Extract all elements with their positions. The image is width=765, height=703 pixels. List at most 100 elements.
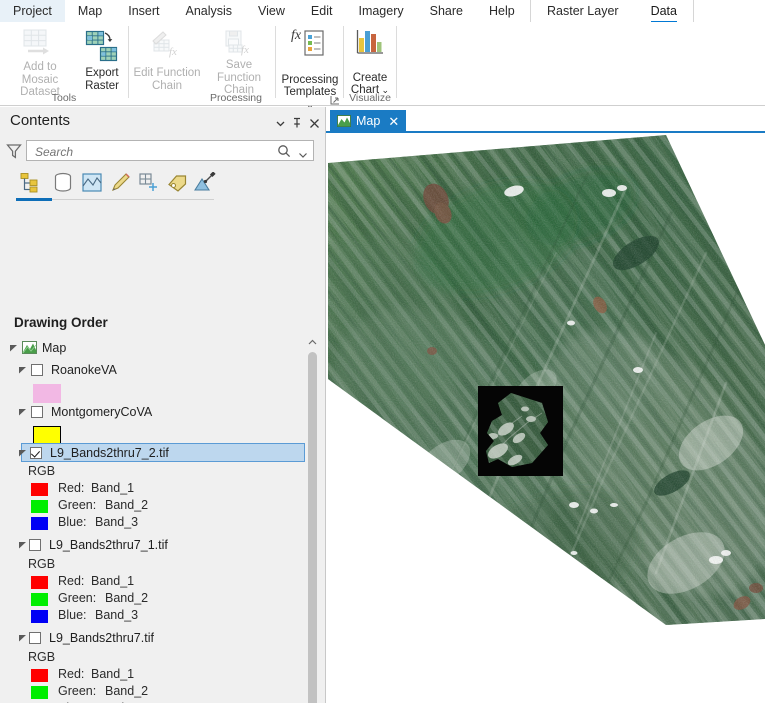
ribbon-group-tools-label: Tools xyxy=(51,92,77,104)
map-view-tab[interactable]: Map ✕ xyxy=(330,110,407,132)
list-by-selection-icon[interactable] xyxy=(78,169,105,195)
ribbon-panel: Add to Mosaic Dataset Export Raster Tool… xyxy=(0,22,765,110)
layer-visibility-checkbox[interactable] xyxy=(31,364,43,376)
band-swatch-red[interactable] xyxy=(31,483,48,496)
list-by-editing-icon[interactable] xyxy=(107,169,134,195)
layer-row-l9-bands2thru7-tif[interactable]: L9_Bands2thru7.tif xyxy=(0,629,305,647)
tab-data[interactable]: Data xyxy=(635,0,693,23)
band-value-green: Band_2 xyxy=(105,591,149,605)
search-icon[interactable] xyxy=(277,144,291,158)
expander-icon[interactable] xyxy=(18,448,28,458)
band-channel-blue: Blue: xyxy=(58,515,87,529)
contents-vertical-scrollbar[interactable] xyxy=(305,335,319,703)
processing-templates-button[interactable]: fx Processing Templates ⌄ xyxy=(277,24,343,110)
ribbon-group-separator-3 xyxy=(396,26,397,98)
band-value-red: Band_1 xyxy=(91,574,135,588)
close-icon[interactable]: ✕ xyxy=(388,115,399,128)
map-view-tab-label: Map xyxy=(356,114,381,128)
band-value-blue: Band_3 xyxy=(95,608,139,622)
list-by-labeling-icon[interactable] xyxy=(163,169,190,195)
expander-icon[interactable] xyxy=(18,633,28,643)
list-by-data-source-icon[interactable] xyxy=(49,169,76,195)
ribbon-group-separator-inner xyxy=(275,26,276,98)
layer-name-label: L9_Bands2thru7_1.tif xyxy=(49,538,168,552)
edit-function-chain-button[interactable]: fx Edit Function Chain xyxy=(131,24,203,96)
tree-node-map-label: Map xyxy=(42,341,67,355)
add-to-mosaic-dataset-button[interactable]: Add to Mosaic Dataset xyxy=(2,24,78,98)
band-swatch-blue[interactable] xyxy=(31,610,48,623)
scrollbar-thumb[interactable] xyxy=(307,352,317,703)
contents-pin-icon[interactable] xyxy=(289,115,305,131)
tab-map[interactable]: Map xyxy=(65,0,115,22)
band-swatch-red[interactable] xyxy=(31,576,48,589)
tab-share[interactable]: Share xyxy=(417,0,476,22)
clipped-county-raster-inset xyxy=(478,386,563,476)
tab-view[interactable]: View xyxy=(245,0,298,22)
ribbon-group-processing: fx Edit Function Chain fx Save Function … xyxy=(129,22,343,110)
tab-project[interactable]: Project xyxy=(0,0,65,22)
edit-function-chain-label: Edit Function Chain xyxy=(133,67,201,92)
layer-row-l9-bands2thru7-1-tif[interactable]: L9_Bands2thru7_1.tif xyxy=(0,536,305,554)
renderer-label: RGB xyxy=(28,557,56,571)
band-swatch-green[interactable] xyxy=(31,686,48,699)
tree-node-map[interactable]: Map xyxy=(0,339,305,357)
create-chart-icon xyxy=(354,27,386,59)
map-icon xyxy=(22,341,37,354)
layer-visibility-checkbox[interactable] xyxy=(31,406,43,418)
search-options-chevron-down-icon[interactable] xyxy=(298,147,308,165)
band-swatch-blue[interactable] xyxy=(31,517,48,530)
layer-visibility-checkbox[interactable] xyxy=(29,539,41,551)
expander-icon[interactable] xyxy=(18,540,28,550)
expander-icon[interactable] xyxy=(18,365,28,375)
symbol-swatch-roanokeva[interactable] xyxy=(33,384,61,403)
contents-menu-chevron-icon[interactable] xyxy=(272,115,288,131)
ribbon-group-tools: Add to Mosaic Dataset Export Raster Tool… xyxy=(0,22,128,106)
band-swatch-green[interactable] xyxy=(31,593,48,606)
layer-row-l9-bands2thru7-2-tif[interactable]: L9_Bands2thru7_2.tif xyxy=(21,443,305,462)
contents-pane-title: Contents xyxy=(10,112,71,129)
scroll-up-chevron-up-icon[interactable] xyxy=(305,335,319,349)
tab-imagery[interactable]: Imagery xyxy=(345,0,416,22)
contents-pane: Contents Search Drawing Order Map Roanok… xyxy=(0,107,326,703)
drawing-order-heading: Drawing Order xyxy=(14,315,108,330)
ribbon-group-visualize-label: Visualize xyxy=(349,92,391,104)
export-raster-label: Export Raster xyxy=(85,67,119,92)
tab-edit[interactable]: Edit xyxy=(298,0,346,22)
layer-row-montgomerycova[interactable]: MontgomeryCoVA xyxy=(0,403,305,421)
renderer-label: RGB xyxy=(28,650,56,664)
tab-analysis[interactable]: Analysis xyxy=(173,0,246,22)
band-value-blue: Band_3 xyxy=(95,515,139,529)
save-function-chain-icon: fx xyxy=(222,27,256,59)
expander-icon[interactable] xyxy=(18,407,28,417)
layer-visibility-checkbox[interactable] xyxy=(30,446,42,459)
contents-close-icon[interactable] xyxy=(306,115,322,131)
list-by-snapping-icon[interactable] xyxy=(135,169,162,195)
contents-search-box[interactable] xyxy=(26,140,314,161)
band-swatch-green[interactable] xyxy=(31,500,48,513)
layer-row-roanokeva[interactable]: RoanokeVA xyxy=(0,361,305,379)
expander-icon[interactable] xyxy=(9,343,19,353)
tab-help[interactable]: Help xyxy=(476,0,528,22)
list-by-drawing-order-icon[interactable] xyxy=(17,169,44,195)
save-function-chain-label: Save Function Chain xyxy=(216,59,262,96)
band-swatch-red[interactable] xyxy=(31,669,48,682)
list-by-symbology-icon[interactable] xyxy=(191,169,218,195)
contents-search-row xyxy=(0,138,326,164)
add-to-mosaic-dataset-icon xyxy=(22,27,58,61)
save-function-chain-button[interactable]: fx Save Function Chain xyxy=(203,24,275,96)
processing-dialog-launcher[interactable] xyxy=(330,93,341,105)
layer-visibility-checkbox[interactable] xyxy=(29,632,41,644)
map-canvas[interactable] xyxy=(326,133,765,703)
contents-pane-header: Contents xyxy=(0,107,326,137)
map-view-tabstrip: Map ✕ xyxy=(326,107,765,133)
export-raster-button[interactable]: Export Raster xyxy=(78,24,126,96)
tab-raster-layer[interactable]: Raster Layer xyxy=(531,0,635,23)
create-chart-button[interactable]: Create Chart ⌄ xyxy=(346,24,394,96)
arcgis-pro-window: Project Map Insert Analysis View Edit Im… xyxy=(0,0,765,703)
filter-funnel-icon[interactable] xyxy=(5,142,23,160)
tab-insert[interactable]: Insert xyxy=(115,0,172,22)
contents-view-toolbar xyxy=(0,167,326,201)
search-input[interactable] xyxy=(33,143,263,160)
layer-name-label: MontgomeryCoVA xyxy=(51,405,153,419)
band-channel-green: Green: xyxy=(58,591,97,605)
